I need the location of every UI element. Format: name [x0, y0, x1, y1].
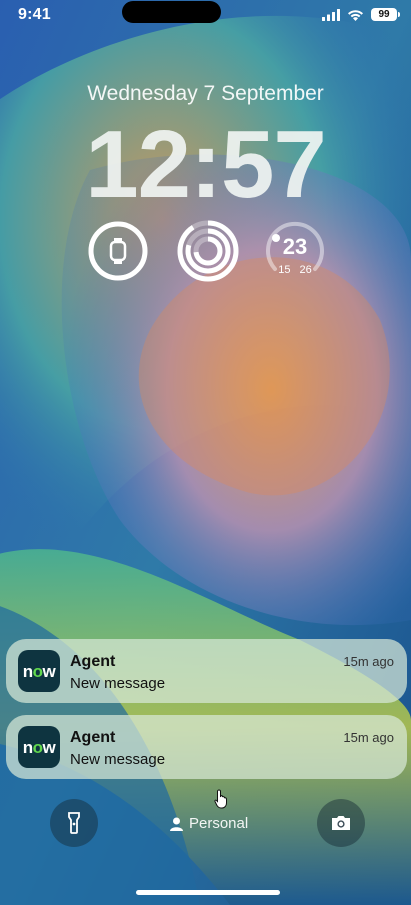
dynamic-island: [122, 1, 221, 23]
focus-mode-label: Personal: [189, 815, 249, 832]
focus-mode-indicator[interactable]: Personal: [170, 815, 248, 832]
status-icons: 99: [322, 8, 400, 21]
person-icon: [170, 817, 183, 832]
weather-temp: 23: [282, 234, 308, 259]
flashlight-button[interactable]: [50, 799, 98, 847]
status-bar: 9:41 99: [0, 0, 411, 34]
weather-low: 15: [278, 264, 291, 276]
watch-battery-widget[interactable]: [86, 219, 150, 283]
hand-pointer-icon: [214, 789, 227, 809]
home-indicator[interactable]: [136, 890, 280, 895]
weather-widget[interactable]: 23 15 26: [263, 219, 327, 283]
lock-date: Wednesday 7 September: [87, 82, 324, 105]
wifi-icon: [348, 9, 363, 21]
servicenow-app-icon: now: [18, 650, 60, 692]
weather-range: 15 26: [263, 264, 327, 276]
activity-rings-icon: [177, 220, 239, 282]
notification-time: 15m ago: [343, 654, 394, 669]
notification-app-name: Agent: [70, 653, 116, 670]
camera-button[interactable]: [317, 799, 365, 847]
notification-card[interactable]: now Agent New message 15m ago: [6, 639, 407, 703]
activity-rings-widget[interactable]: [176, 219, 240, 283]
notification-app-name: Agent: [70, 729, 116, 746]
notification-card[interactable]: now Agent New message 15m ago: [6, 715, 407, 779]
weather-high: 26: [299, 264, 312, 276]
notification-message: New message: [70, 675, 166, 692]
camera-icon: [332, 816, 350, 830]
notification-time: 15m ago: [343, 730, 394, 745]
status-time: 9:41: [18, 6, 51, 23]
watch-icon: [109, 238, 127, 264]
battery-icon: 99: [371, 8, 400, 21]
servicenow-app-icon: now: [18, 726, 60, 768]
cellular-signal-icon: [322, 8, 340, 21]
flashlight-icon: [68, 812, 80, 834]
lock-clock: 12:57: [85, 111, 327, 218]
notification-message: New message: [70, 751, 166, 768]
